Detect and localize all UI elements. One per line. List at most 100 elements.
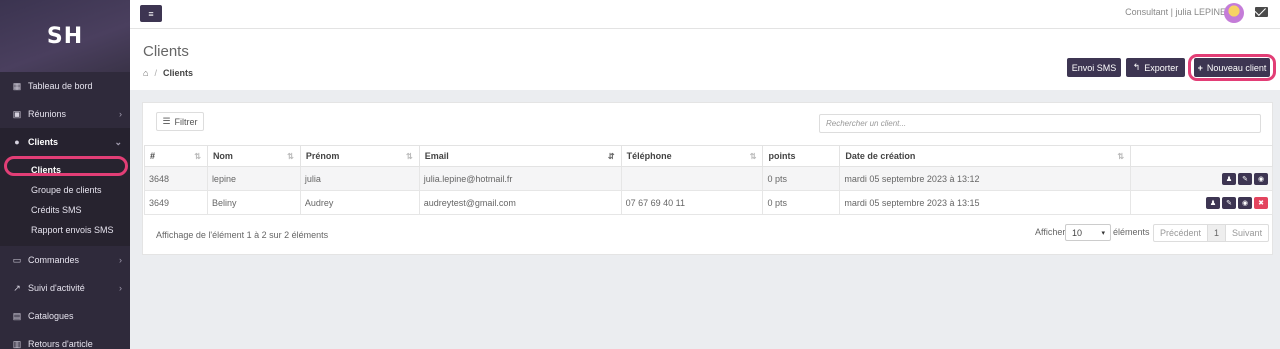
users-icon: ● bbox=[14, 137, 20, 147]
avatar[interactable] bbox=[1224, 3, 1244, 23]
logo-area: SH bbox=[0, 0, 130, 72]
cell-id: 3648 bbox=[144, 166, 208, 191]
table-info: Affichage de l'élément 1 à 2 sur 2 éléme… bbox=[156, 230, 329, 240]
cell-nom: Beliny bbox=[206, 190, 301, 215]
cell-actions: ♟ ✎ ◉ ✖ bbox=[1130, 190, 1273, 215]
page-size-suffix: éléments bbox=[1113, 227, 1150, 237]
column-header-nom[interactable]: Nom ⇅ bbox=[206, 145, 301, 167]
pagination: Précédent 1 Suivant bbox=[1153, 224, 1270, 242]
export-button[interactable]: ↰ Exporter bbox=[1126, 58, 1185, 77]
return-icon: ▥ bbox=[12, 338, 22, 349]
hamburger-icon: ≡ bbox=[148, 8, 154, 19]
sidebar-item-label: Réunions bbox=[28, 109, 67, 119]
sort-icon: ⇅ bbox=[1117, 152, 1125, 161]
home-icon[interactable]: ⌂ bbox=[143, 68, 148, 78]
dashboard-icon: ▦ bbox=[12, 80, 22, 91]
mail-icon[interactable] bbox=[1255, 7, 1268, 17]
chevron-right-icon: › bbox=[119, 255, 122, 265]
user-role: Consultant | bbox=[1125, 7, 1173, 17]
sidebar-item-suivi[interactable]: ↗ Suivi d'activité › bbox=[0, 274, 130, 302]
user-profile-button[interactable]: ♟ bbox=[1206, 196, 1220, 209]
column-header-email[interactable]: Email ⇵ bbox=[418, 145, 622, 167]
calendar-icon: ▣ bbox=[12, 108, 22, 119]
clients-table: # ⇅ Nom ⇅ Prénom ⇅ Email ⇵ Téléphone ⇅ points… bbox=[144, 145, 1273, 215]
page-header: Clients ⌂ / Clients Envoi SMS ↰ Exporter +… bbox=[130, 28, 1280, 90]
menu-toggle-button[interactable]: ≡ bbox=[140, 5, 162, 22]
cell-email: audreytest@gmail.com bbox=[418, 190, 622, 215]
cell-points: 0 pts bbox=[762, 190, 841, 215]
view-button[interactable]: ◉ bbox=[1238, 196, 1252, 209]
column-header-prenom[interactable]: Prénom ⇅ bbox=[299, 145, 420, 167]
topbar: ≡ Consultant | julia LEPINE bbox=[130, 0, 1280, 28]
column-header-points[interactable]: points bbox=[762, 145, 841, 167]
breadcrumb-separator: / bbox=[154, 68, 157, 78]
page-number-button[interactable]: 1 bbox=[1208, 225, 1227, 241]
delete-button[interactable]: ✖ bbox=[1254, 196, 1268, 209]
sidebar-item-label: Catalogues bbox=[28, 311, 74, 321]
view-button[interactable]: ◉ bbox=[1254, 172, 1268, 185]
cell-prenom: julia bbox=[299, 166, 420, 191]
sort-icon: ⇅ bbox=[749, 152, 757, 161]
submenu-item-credits-sms[interactable]: Crédits SMS bbox=[0, 200, 130, 220]
cell-nom: lepine bbox=[206, 166, 301, 191]
cell-date: mardi 05 septembre 2023 à 13:15 bbox=[839, 190, 1132, 215]
sort-icon: ⇅ bbox=[406, 152, 413, 161]
next-page-button[interactable]: Suivant bbox=[1226, 225, 1268, 241]
page-size-label: Afficher bbox=[1035, 227, 1066, 237]
table-row: 3649 Beliny Audrey audreytest@gmail.com … bbox=[144, 190, 1273, 215]
send-sms-button[interactable]: Envoi SMS bbox=[1067, 58, 1121, 77]
search-input[interactable]: Rechercher un client... bbox=[819, 114, 1261, 133]
column-header-date[interactable]: Date de création ⇅ bbox=[839, 145, 1132, 167]
chevron-down-icon: ⌄ bbox=[114, 136, 122, 147]
filter-button[interactable]: ☰ Filtrer bbox=[156, 112, 204, 131]
cell-actions: ♟ ✎ ◉ bbox=[1130, 166, 1273, 191]
submenu-item-rapport-sms[interactable]: Rapport envois SMS bbox=[0, 220, 130, 240]
new-client-button[interactable]: + Nouveau client bbox=[1194, 58, 1270, 77]
cell-id: 3649 bbox=[144, 190, 208, 215]
sidebar-item-catalogues[interactable]: ▤ Catalogues bbox=[0, 302, 130, 330]
cell-email: julia.lepine@hotmail.fr bbox=[418, 166, 622, 191]
page-title: Clients bbox=[143, 43, 189, 60]
user-profile-button[interactable]: ♟ bbox=[1222, 172, 1236, 185]
sidebar-item-label: Tableau de bord bbox=[28, 81, 93, 91]
cell-telephone: 07 67 69 40 11 bbox=[620, 190, 764, 215]
sidebar-item-reunions[interactable]: ▣ Réunions › bbox=[0, 100, 130, 128]
page-size-value: 10 bbox=[1072, 227, 1083, 238]
sidebar-item-label: Clients bbox=[28, 137, 59, 147]
page-size-select[interactable]: 10 ▾ bbox=[1065, 224, 1111, 241]
edit-button[interactable]: ✎ bbox=[1222, 196, 1236, 209]
sidebar-item-retours[interactable]: ▥ Retours d'article bbox=[0, 330, 130, 349]
cell-telephone bbox=[620, 166, 764, 191]
chevron-right-icon: › bbox=[119, 283, 122, 293]
column-header-id[interactable]: # ⇅ bbox=[144, 145, 208, 167]
chevron-down-icon: ▾ bbox=[1101, 229, 1105, 237]
sliders-icon: ☰ bbox=[162, 116, 171, 126]
breadcrumb-current: Clients bbox=[162, 68, 193, 78]
sidebar-item-commandes[interactable]: ▭ Commandes › bbox=[0, 246, 130, 274]
reply-arrow-icon: ↰ bbox=[1132, 62, 1141, 72]
filter-button-label: Filtrer bbox=[174, 116, 198, 127]
table-row: 3648 lepine julia julia.lepine@hotmail.f… bbox=[144, 166, 1273, 191]
cell-date: mardi 05 septembre 2023 à 13:12 bbox=[839, 166, 1132, 191]
sort-icon: ⇵ bbox=[607, 152, 615, 161]
cell-prenom: Audrey bbox=[299, 190, 420, 215]
card-icon: ▭ bbox=[12, 254, 22, 265]
cell-points: 0 pts bbox=[762, 166, 841, 191]
user-info[interactable]: Consultant | julia LEPINE bbox=[1125, 7, 1226, 17]
chart-icon: ↗ bbox=[13, 282, 21, 293]
book-icon: ▤ bbox=[12, 310, 22, 321]
sidebar-item-clients[interactable]: ● Clients ⌄ bbox=[0, 128, 130, 156]
highlight-ring-clients bbox=[4, 156, 128, 176]
sidebar-item-dashboard[interactable]: ▦ Tableau de bord bbox=[0, 72, 130, 100]
sidebar-item-label: Retours d'article bbox=[28, 339, 93, 349]
user-name: julia LEPINE bbox=[1175, 7, 1226, 17]
prev-page-button[interactable]: Précédent bbox=[1154, 225, 1209, 241]
submenu-item-groupe-clients[interactable]: Groupe de clients bbox=[0, 180, 130, 200]
column-header-telephone[interactable]: Téléphone ⇅ bbox=[620, 145, 764, 167]
edit-button[interactable]: ✎ bbox=[1238, 172, 1252, 185]
logo[interactable]: SH bbox=[47, 24, 83, 49]
chevron-right-icon: › bbox=[119, 109, 122, 119]
clients-card: ☰ Filtrer Rechercher un client... # ⇅ Nom… bbox=[142, 102, 1273, 255]
sort-icon: ⇅ bbox=[287, 152, 294, 161]
sidebar-item-label: Commandes bbox=[28, 255, 80, 265]
